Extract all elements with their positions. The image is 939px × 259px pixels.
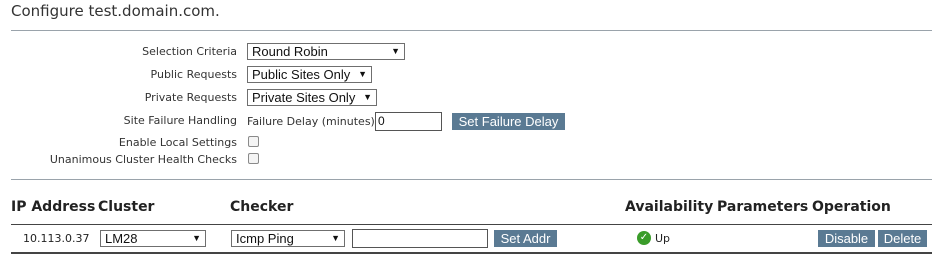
checker-select[interactable]: Icmp Ping ▼: [231, 230, 345, 247]
private-requests-select[interactable]: Private Sites Only ▼: [247, 89, 377, 106]
page-title: Configure test.domain.com.: [11, 2, 220, 20]
col-operation: Operation: [812, 199, 891, 215]
checker-address-input[interactable]: [352, 229, 488, 248]
chevron-down-icon: ▼: [391, 46, 400, 56]
failure-delay-label: Failure Delay (minutes): [247, 115, 375, 128]
set-failure-delay-button[interactable]: Set Failure Delay: [452, 113, 565, 130]
chevron-down-icon: ▼: [192, 233, 201, 243]
chevron-down-icon: ▼: [363, 92, 372, 102]
col-checker: Checker: [230, 199, 294, 215]
selection-criteria-label: Selection Criteria: [142, 45, 237, 58]
selection-criteria-select[interactable]: Round Robin ▼: [247, 43, 405, 60]
col-availability: Availability: [625, 199, 714, 215]
unanimous-checkbox[interactable]: [248, 153, 259, 164]
set-addr-button[interactable]: Set Addr: [494, 230, 557, 247]
cluster-value: LM28: [105, 231, 138, 246]
col-cluster: Cluster: [98, 199, 155, 215]
private-requests-label: Private Requests: [144, 91, 237, 104]
public-requests-label: Public Requests: [150, 68, 237, 81]
disable-button[interactable]: Disable: [818, 230, 875, 247]
selection-criteria-value: Round Robin: [252, 44, 328, 59]
divider: [11, 30, 932, 31]
ip-address-cell: 10.113.0.37: [23, 232, 90, 245]
col-parameters: Parameters: [717, 199, 809, 215]
site-failure-label: Site Failure Handling: [123, 114, 237, 127]
public-requests-value: Public Sites Only: [252, 67, 351, 82]
availability-status: Up: [655, 232, 671, 245]
delete-button[interactable]: Delete: [878, 230, 927, 247]
col-ip-address: IP Address: [11, 199, 96, 215]
enable-local-checkbox[interactable]: [248, 136, 259, 147]
unanimous-label: Unanimous Cluster Health Checks: [49, 153, 237, 166]
chevron-down-icon: ▼: [358, 69, 367, 79]
private-requests-value: Private Sites Only: [252, 90, 356, 105]
enable-local-label: Enable Local Settings: [118, 136, 237, 149]
checker-value: Icmp Ping: [236, 231, 294, 246]
chevron-down-icon: ▼: [331, 233, 340, 243]
failure-delay-input[interactable]: 0: [375, 112, 442, 131]
public-requests-select[interactable]: Public Sites Only ▼: [247, 66, 372, 83]
divider: [11, 179, 932, 180]
cluster-select[interactable]: LM28 ▼: [100, 230, 206, 247]
check-circle-icon: ✓: [637, 231, 651, 245]
